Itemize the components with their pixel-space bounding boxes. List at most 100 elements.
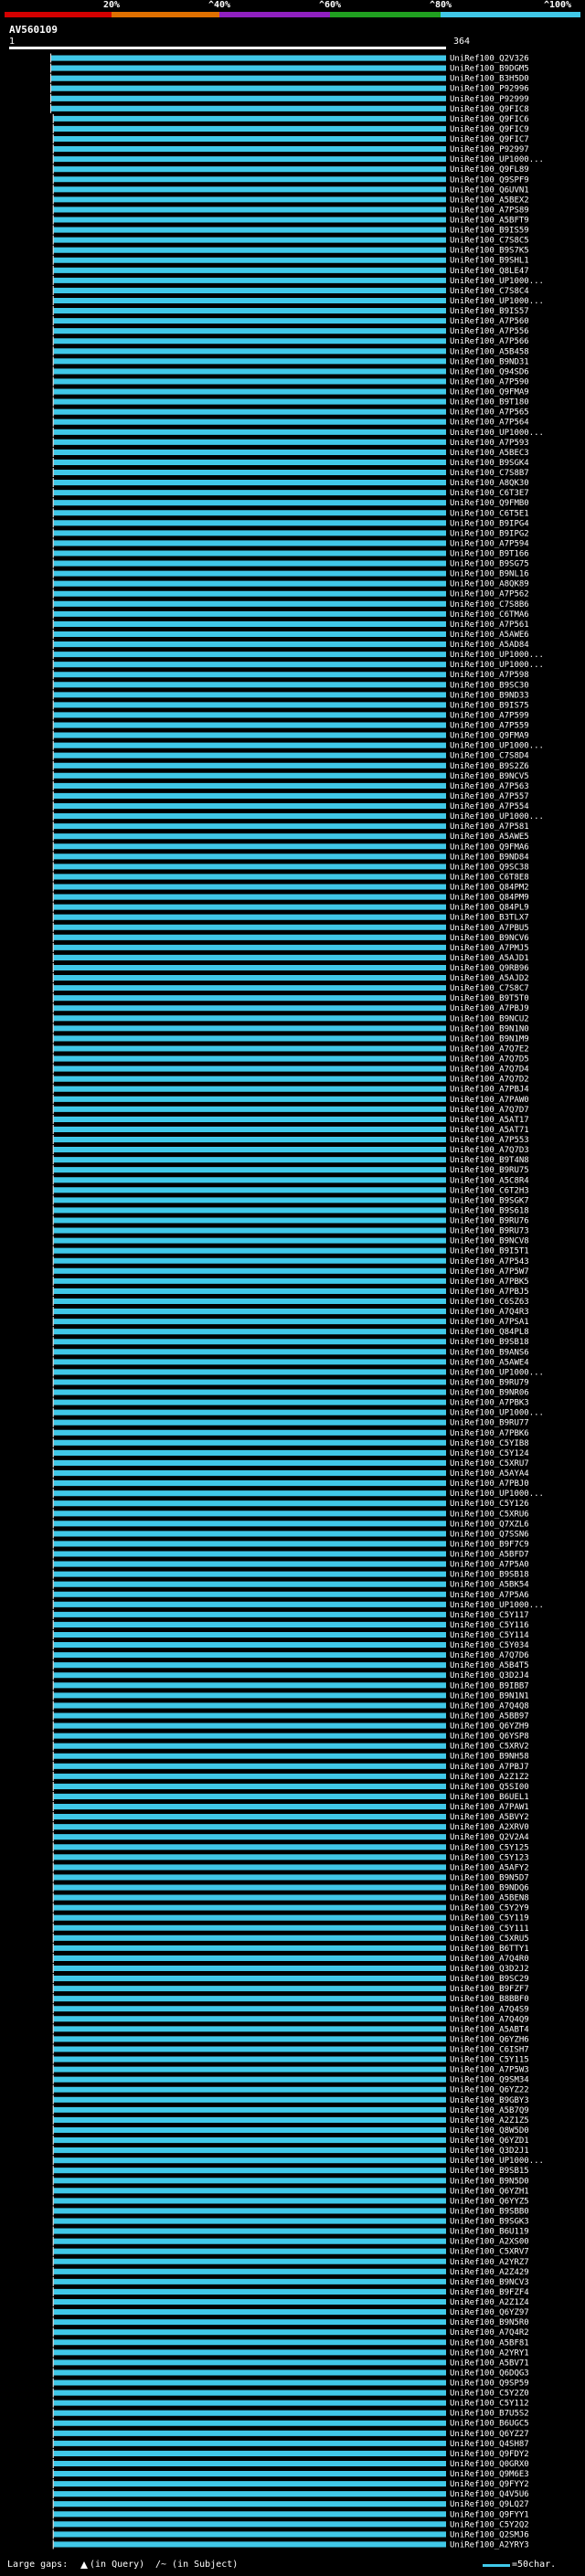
hit-label[interactable]: UniRef100_P92999 [450, 95, 529, 104]
hit-label[interactable]: UniRef100_A7P553 [450, 1136, 529, 1145]
hit-label[interactable]: UniRef100_A5B458 [450, 347, 529, 356]
hit-label[interactable]: UniRef100_C5YIB8 [450, 1439, 529, 1448]
hit-label[interactable]: UniRef100_UP1000... [450, 429, 544, 438]
hit-label[interactable]: UniRef100_B9NCV3 [450, 2278, 529, 2287]
hit-label[interactable]: UniRef100_C6SZ63 [450, 1298, 529, 1307]
hit-label[interactable]: UniRef100_A5BK54 [450, 1581, 529, 1590]
hit-label[interactable]: UniRef100_P92997 [450, 145, 529, 154]
hit-label[interactable]: UniRef100_Q8W5D0 [450, 2126, 529, 2136]
hit-label[interactable]: UniRef100_C7S8C7 [450, 984, 529, 993]
hit-label[interactable]: UniRef100_A7Q4S9 [450, 2005, 529, 2014]
hit-label[interactable]: UniRef100_C6ISH7 [450, 2045, 529, 2054]
hit-label[interactable]: UniRef100_B9NR06 [450, 1389, 529, 1398]
hit-label[interactable]: UniRef100_B9N1M9 [450, 1034, 529, 1044]
hit-label[interactable]: UniRef100_A5ABT4 [450, 2025, 529, 2034]
hit-label[interactable]: UniRef100_B9T166 [450, 550, 529, 559]
hit-label[interactable]: UniRef100_C5Y114 [450, 1631, 529, 1640]
hit-label[interactable]: UniRef100_B9SC30 [450, 681, 529, 690]
hit-label[interactable]: UniRef100_A8QK30 [450, 479, 529, 488]
hit-label[interactable]: UniRef100_A7Q7D2 [450, 1076, 529, 1085]
hit-label[interactable]: UniRef100_Q9SC38 [450, 863, 529, 872]
hit-label[interactable]: UniRef100_A2Z429 [450, 2268, 529, 2277]
hit-label[interactable]: UniRef100_UP1000... [450, 1409, 544, 1418]
hit-label[interactable]: UniRef100_Q6UVN1 [450, 186, 529, 195]
hit-label[interactable]: UniRef100_A7P593 [450, 439, 529, 448]
hit-label[interactable]: UniRef100_A7PBJ0 [450, 1479, 529, 1489]
hit-label[interactable]: UniRef100_B3TLX7 [450, 914, 529, 923]
hit-label[interactable]: UniRef100_B8BBF0 [450, 1995, 529, 2004]
hit-label[interactable]: UniRef100_UP1000... [450, 742, 544, 751]
hit-label[interactable]: UniRef100_A7P559 [450, 722, 529, 731]
hit-label[interactable]: UniRef100_B9RU75 [450, 1166, 529, 1175]
hit-label[interactable]: UniRef100_Q9FMA6 [450, 843, 529, 852]
hit-label[interactable]: UniRef100_B9SBB0 [450, 2207, 529, 2216]
hit-label[interactable]: UniRef100_C5Y126 [450, 1500, 529, 1509]
hit-label[interactable]: UniRef100_B6UEL1 [450, 1793, 529, 1802]
hit-label[interactable]: UniRef100_Q6YYZ5 [450, 2197, 529, 2206]
hit-label[interactable]: UniRef100_A7P5A0 [450, 1561, 529, 1570]
hit-label[interactable]: UniRef100_Q9FDY2 [450, 2450, 529, 2459]
hit-label[interactable]: UniRef100_B9IS59 [450, 227, 529, 236]
hit-label[interactable]: UniRef100_UP1000... [450, 2157, 544, 2166]
hit-label[interactable]: UniRef100_Q94SD6 [450, 367, 529, 376]
hit-label[interactable]: UniRef100_B9S2Z6 [450, 762, 529, 771]
hit-label[interactable]: UniRef100_B6U119 [450, 2228, 529, 2237]
hit-label[interactable]: UniRef100_Q9SPF9 [450, 175, 529, 185]
hit-label[interactable]: UniRef100_UP1000... [450, 297, 544, 306]
hit-label[interactable]: UniRef100_B9T5T0 [450, 994, 529, 1003]
hit-label[interactable]: UniRef100_Q9RB96 [450, 964, 529, 973]
hit-label[interactable]: UniRef100_C6TMA6 [450, 610, 529, 620]
hit-label[interactable]: UniRef100_A7PBK6 [450, 1429, 529, 1438]
hit-label[interactable]: UniRef100_B9ND33 [450, 691, 529, 700]
hit-label[interactable]: UniRef100_B9S7K5 [450, 247, 529, 256]
hit-label[interactable]: UniRef100_B9ND31 [450, 357, 529, 366]
hit-label[interactable]: UniRef100_A5BEC3 [450, 449, 529, 458]
hit-label[interactable]: UniRef100_B9T180 [450, 398, 529, 408]
hit-label[interactable]: UniRef100_Q9SP59 [450, 2379, 529, 2388]
hit-label[interactable]: UniRef100_B9N5D0 [450, 2177, 529, 2186]
hit-label[interactable]: UniRef100_Q84PM9 [450, 894, 529, 903]
hit-label[interactable]: UniRef100_Q9FIC9 [450, 125, 529, 134]
hit-label[interactable]: UniRef100_A7PBK3 [450, 1399, 529, 1408]
hit-label[interactable]: UniRef100_A5BVY2 [450, 1813, 529, 1822]
hit-label[interactable]: UniRef100_C7S8C5 [450, 237, 529, 246]
hit-label[interactable]: UniRef100_A7P599 [450, 711, 529, 720]
hit-label[interactable]: UniRef100_A5B4T5 [450, 1661, 529, 1670]
hit-label[interactable]: UniRef100_A5BF81 [450, 2338, 529, 2348]
hit-label[interactable]: UniRef100_B9FZF4 [450, 2288, 529, 2297]
hit-label[interactable]: UniRef100_A7PMJ5 [450, 944, 529, 953]
hit-label[interactable]: UniRef100_B9IPG4 [450, 519, 529, 528]
hit-label[interactable]: UniRef100_C5XRV7 [450, 2248, 529, 2257]
hit-label[interactable]: UniRef100_B9SGK3 [450, 2218, 529, 2227]
hit-label[interactable]: UniRef100_Q0GRX0 [450, 2460, 529, 2469]
hit-label[interactable]: UniRef100_A5BEX2 [450, 196, 529, 205]
hit-label[interactable]: UniRef100_A5AFY2 [450, 1863, 529, 1872]
hit-label[interactable]: UniRef100_B9T4N8 [450, 1156, 529, 1165]
hit-label[interactable]: UniRef100_B9DGM5 [450, 65, 529, 74]
hit-label[interactable]: UniRef100_A5BFD7 [450, 1551, 529, 1560]
hit-label[interactable]: UniRef100_A5AWE6 [450, 631, 529, 640]
hit-label[interactable]: UniRef100_A2Z1Z4 [450, 2298, 529, 2307]
hit-label[interactable]: UniRef100_UP1000... [450, 1601, 544, 1610]
hit-label[interactable]: UniRef100_B6TTY1 [450, 1945, 529, 1954]
hit-label[interactable]: UniRef100_B9S618 [450, 1206, 529, 1215]
hit-label[interactable]: UniRef100_B9NDQ6 [450, 1884, 529, 1893]
hit-label[interactable]: UniRef100_B9RU77 [450, 1419, 529, 1428]
hit-label[interactable]: UniRef100_A7Q4Q9 [450, 2015, 529, 2024]
hit-label[interactable]: UniRef100_Q4V5U6 [450, 2490, 529, 2499]
hit-label[interactable]: UniRef100_B9GBY3 [450, 2096, 529, 2105]
hit-label[interactable]: UniRef100_B9IS57 [450, 307, 529, 316]
hit-label[interactable]: UniRef100_UP1000... [450, 651, 544, 660]
hit-label[interactable]: UniRef100_A5AT17 [450, 1116, 529, 1125]
hit-label[interactable]: UniRef100_C5Y2Q2 [450, 2520, 529, 2529]
hit-label[interactable]: UniRef100_A5AT71 [450, 1126, 529, 1135]
hit-label[interactable]: UniRef100_B9F7C9 [450, 1540, 529, 1549]
hit-label[interactable]: UniRef100_UP1000... [450, 661, 544, 670]
hit-label[interactable]: UniRef100_A5BFT9 [450, 217, 529, 226]
hit-label[interactable]: UniRef100_Q84PL9 [450, 904, 529, 913]
hit-label[interactable]: UniRef100_Q2SMJ6 [450, 2530, 529, 2539]
hit-label[interactable]: UniRef100_A7Q7D7 [450, 1106, 529, 1115]
hit-label[interactable]: UniRef100_C5Y116 [450, 1621, 529, 1630]
hit-label[interactable]: UniRef100_B9NCV5 [450, 772, 529, 781]
hit-label[interactable]: UniRef100_A7PBJ7 [450, 1763, 529, 1772]
